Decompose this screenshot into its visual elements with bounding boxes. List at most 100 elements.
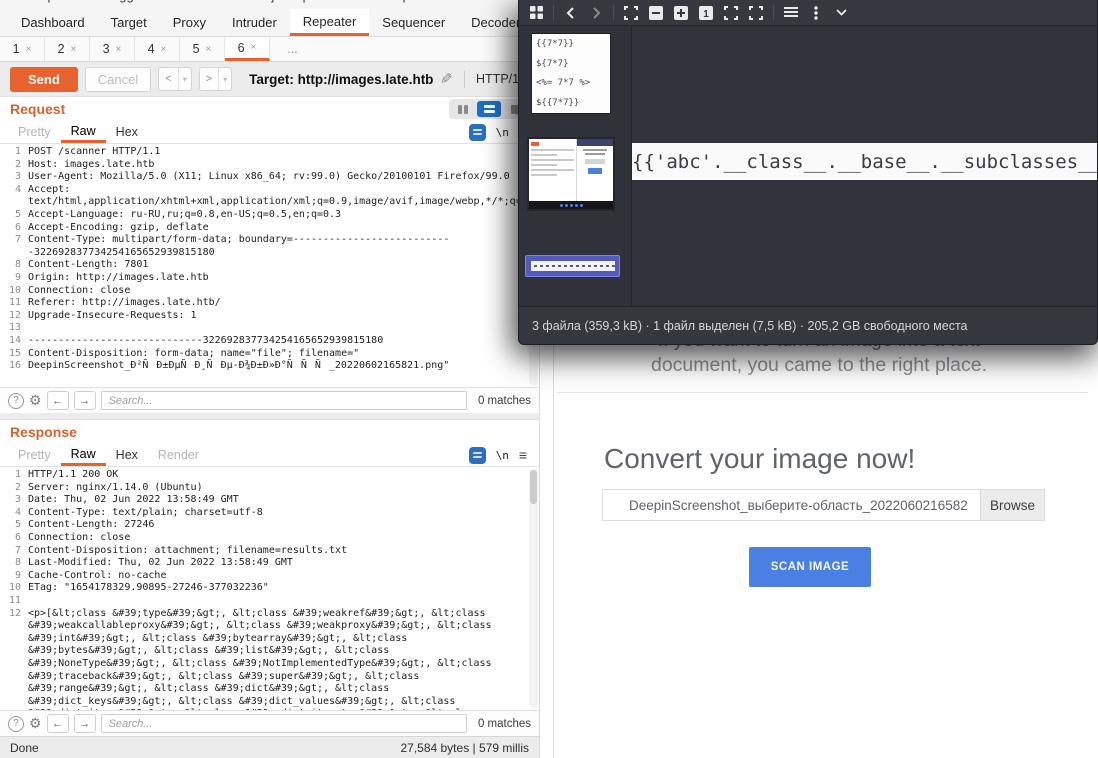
- close-icon[interactable]: ×: [116, 44, 122, 55]
- tab-raw[interactable]: Raw: [61, 444, 106, 466]
- request-line: 2Host: images.late.htb: [4, 159, 539, 172]
- editor-menu-icon[interactable]: ≡: [519, 447, 527, 463]
- forward-icon[interactable]: [588, 5, 604, 21]
- cancel-button: Cancel: [85, 67, 151, 92]
- tab-render[interactable]: Render: [148, 444, 209, 466]
- request-search-bar: ? ⚙ ← → 0 matches: [0, 387, 539, 413]
- zoom-fit-icon[interactable]: [623, 5, 639, 21]
- tab-project-options[interactable]: Project options: [251, 0, 337, 3]
- tab-hex[interactable]: Hex: [106, 444, 148, 466]
- page-divider: [557, 392, 1088, 393]
- response-search-input[interactable]: [101, 714, 467, 733]
- search-prev-button[interactable]: ←: [47, 714, 69, 733]
- tab-target[interactable]: Target: [98, 9, 160, 36]
- file-upload-field[interactable]: DeepinScreenshot_выберите-область_202206…: [602, 489, 1045, 521]
- payload-image-thumbnail[interactable]: {{7*7}}${7*7}<%= 7*7 %>${{7*7}}: [531, 33, 611, 114]
- tab-extender[interactable]: Extender: [172, 0, 224, 3]
- chevron-down-icon[interactable]: [833, 5, 849, 21]
- search-next-button[interactable]: →: [74, 391, 96, 410]
- help-icon[interactable]: ?: [8, 393, 24, 409]
- repeater-tab-1[interactable]: 1×: [0, 37, 45, 61]
- edit-pencil-icon[interactable]: ✎: [440, 70, 453, 88]
- repeater-tab-4[interactable]: 4×: [135, 37, 180, 61]
- request-title: Request: [10, 101, 65, 117]
- response-panel: Response Pretty Raw Hex Render \n ≡ 1HTT…: [0, 419, 539, 736]
- file-upload-value[interactable]: DeepinScreenshot_выберите-область_202206…: [603, 490, 980, 520]
- request-line: 16DeepinScreenshot_Ð²ÑÐ±ÐµÑÐ¸ÑÐµ-Ð¾Ð±…: [4, 360, 539, 373]
- close-icon[interactable]: ×: [26, 44, 32, 55]
- request-editor[interactable]: 1POST /scanner HTTP/1.1 2Host: images.la…: [0, 144, 539, 387]
- page-tagline-line2: document, you came to the right place.: [540, 354, 1098, 377]
- history-back-button[interactable]: < ▾: [158, 67, 191, 91]
- tab-pretty[interactable]: Pretty: [8, 121, 61, 143]
- repeater-tab-5[interactable]: 5×: [180, 37, 225, 61]
- tab-sequencer[interactable]: Sequencer: [369, 9, 458, 36]
- prettify-icon[interactable]: [469, 124, 486, 141]
- more-options-icon[interactable]: [808, 5, 824, 21]
- repeater-tab-3[interactable]: 3×: [90, 37, 135, 61]
- request-search-input[interactable]: [101, 391, 467, 410]
- selected-image-thumbnail[interactable]: [525, 255, 620, 277]
- response-line: 12<p>[&lt;class &#39;type&#39;&gt;, &lt;…: [4, 608, 539, 710]
- tab-logger[interactable]: Logger: [105, 0, 145, 3]
- layout-columns-button[interactable]: [451, 101, 475, 117]
- back-icon[interactable]: [563, 5, 579, 21]
- repeater-tab-more[interactable]: ...: [270, 37, 315, 61]
- fullscreen-icon[interactable]: [723, 5, 739, 21]
- tab-repeater[interactable]: Repeater: [290, 9, 369, 36]
- tab-learn[interactable]: Learn: [464, 0, 497, 3]
- close-icon[interactable]: ×: [71, 44, 77, 55]
- response-title: Response: [10, 424, 77, 440]
- tab-intruder[interactable]: Intruder: [219, 9, 290, 36]
- tab-proxy[interactable]: Proxy: [160, 9, 219, 36]
- zoom-actual-size-icon[interactable]: 1: [698, 5, 714, 21]
- tab-dashboard[interactable]: Dashboard: [8, 9, 98, 36]
- scan-image-button[interactable]: SCAN IMAGE: [749, 547, 871, 587]
- response-search-matches: 0 matches: [478, 718, 531, 730]
- payload-line: {{7*7}}: [536, 39, 606, 49]
- caret-down-icon[interactable]: ▾: [178, 68, 191, 90]
- zoom-in-icon[interactable]: [673, 5, 689, 21]
- prettify-icon[interactable]: [469, 447, 486, 464]
- wrap-lines-icon[interactable]: \n: [496, 126, 509, 139]
- http-version-toggle[interactable]: HTTP/1: [476, 72, 519, 86]
- browse-button[interactable]: Browse: [980, 490, 1044, 520]
- gear-icon[interactable]: ⚙: [29, 392, 42, 409]
- repeater-toolbar: Send Cancel < ▾ > ▾ Target: http://image…: [0, 62, 539, 96]
- caret-down-icon[interactable]: ▾: [218, 68, 231, 90]
- list-view-icon[interactable]: [783, 5, 799, 21]
- tab-raw[interactable]: Raw: [61, 121, 106, 143]
- response-search-bar: ? ⚙ ← → 0 matches: [0, 710, 539, 736]
- send-button[interactable]: Send: [10, 67, 78, 92]
- repeater-tab-6[interactable]: 6×: [225, 37, 270, 61]
- request-line: 9Origin: http://images.late.htb: [4, 272, 539, 285]
- grid-view-icon[interactable]: [528, 5, 544, 21]
- search-prev-button[interactable]: ←: [47, 391, 69, 410]
- gear-icon[interactable]: ⚙: [29, 715, 42, 732]
- close-icon[interactable]: ×: [251, 42, 257, 53]
- tab-pretty[interactable]: Pretty: [8, 444, 61, 466]
- help-icon[interactable]: ?: [8, 716, 24, 732]
- tab-hex[interactable]: Hex: [106, 121, 148, 143]
- request-search-matches: 0 matches: [478, 395, 531, 407]
- toolbar-separator: [613, 5, 614, 20]
- search-next-button[interactable]: →: [74, 714, 96, 733]
- zoom-out-icon[interactable]: [648, 5, 664, 21]
- target-url: Target: http://images.late.htb: [249, 72, 433, 87]
- tab-comparer[interactable]: Comparer: [20, 0, 78, 3]
- wrap-lines-icon[interactable]: \n: [496, 449, 509, 462]
- response-scrollbar[interactable]: [529, 469, 538, 708]
- history-forward-button[interactable]: > ▾: [199, 67, 232, 91]
- slideshow-icon[interactable]: [748, 5, 764, 21]
- response-line: 1HTTP/1.1 200 OK: [4, 469, 539, 482]
- tab-user-options[interactable]: User options: [364, 0, 437, 3]
- screenshot-thumbnail[interactable]: [527, 137, 615, 211]
- response-editor[interactable]: 1HTTP/1.1 200 OK 2Server: nginx/1.14.0 (…: [0, 467, 539, 710]
- layout-stacked-button[interactable]: [477, 101, 501, 117]
- request-line: 12Upgrade-Insecure-Requests: 1: [4, 310, 539, 323]
- close-icon[interactable]: ×: [206, 44, 212, 55]
- image-preview-strip[interactable]: {{'abc'.__class__.__base__.__subclasses_…: [632, 143, 1097, 180]
- selected-thumbnail-preview: [531, 261, 615, 271]
- close-icon[interactable]: ×: [161, 44, 167, 55]
- repeater-tab-2[interactable]: 2×: [45, 37, 90, 61]
